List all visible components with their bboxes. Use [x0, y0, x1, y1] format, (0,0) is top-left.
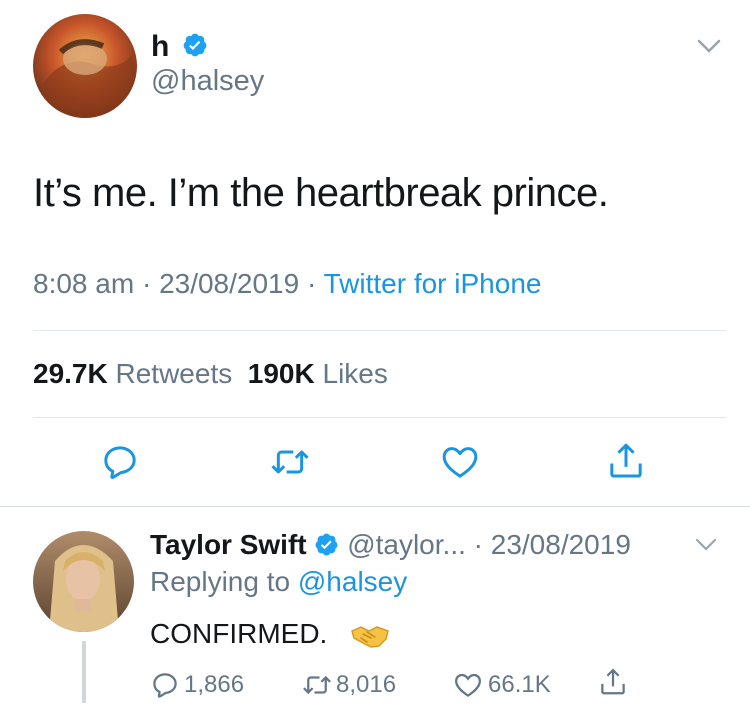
- reply-handle[interactable]: @taylor...: [347, 529, 466, 560]
- tweet-stats: 29.7K Retweets 190K Likes: [33, 356, 388, 392]
- share-icon: [610, 443, 642, 478]
- like-icon: [454, 673, 482, 697]
- tweet-meta: 8:08 am · 23/08/2019 · Twitter for iPhon…: [33, 266, 541, 302]
- chevron-down-icon[interactable]: [692, 533, 720, 555]
- divider: [0, 506, 750, 507]
- reply-text: CONFIRMED.: [150, 618, 328, 649]
- reply-count: 1,866: [184, 671, 245, 698]
- like-icon: [442, 447, 478, 478]
- likes-stat[interactable]: 190K Likes: [248, 358, 388, 389]
- like-count: 66.1K: [488, 671, 551, 698]
- retweet-button[interactable]: [264, 438, 316, 486]
- reply-reply-button[interactable]: 1,866: [150, 668, 244, 702]
- meta-separator: ·: [141, 268, 152, 299]
- meta-separator: ·: [306, 268, 317, 299]
- tweet-date[interactable]: 23/08/2019: [159, 268, 299, 299]
- reply-display-name[interactable]: Taylor Swift: [150, 529, 307, 560]
- retweets-stat[interactable]: 29.7K Retweets: [33, 358, 232, 389]
- retweet-count: 8,016: [336, 671, 397, 698]
- share-icon: [601, 668, 625, 695]
- replying-handle[interactable]: @halsey: [298, 566, 407, 597]
- tweet-text: It’s me. I’m the heartbreak prince.: [33, 171, 609, 215]
- reply-share-button[interactable]: [598, 666, 628, 708]
- reply-icon: [104, 446, 136, 479]
- reply-retweet-button[interactable]: 8,016: [300, 668, 396, 702]
- avatar[interactable]: [33, 531, 134, 632]
- thread-line: [82, 641, 86, 703]
- tweet-time[interactable]: 8:08 am: [33, 268, 134, 299]
- handle[interactable]: @halsey: [151, 64, 264, 98]
- verified-badge-icon: [183, 33, 207, 57]
- reply-date[interactable]: · 23/08/2019: [474, 529, 631, 560]
- share-button[interactable]: [602, 436, 650, 486]
- verified-badge-icon: [315, 533, 338, 556]
- display-name[interactable]: h: [151, 30, 169, 63]
- reply-button[interactable]: [96, 438, 144, 486]
- reply-like-button[interactable]: 66.1K: [452, 668, 551, 702]
- handshake-emoji: [351, 625, 389, 648]
- retweet-icon: [271, 450, 309, 474]
- replying-to: Replying to @halsey: [150, 566, 408, 597]
- chevron-down-icon[interactable]: [694, 34, 724, 58]
- like-button[interactable]: [434, 438, 486, 486]
- avatar[interactable]: [33, 14, 137, 118]
- tweet-source[interactable]: Twitter for iPhone: [324, 268, 542, 299]
- divider: [33, 417, 726, 418]
- divider: [33, 330, 726, 331]
- reply-text-row: CONFIRMED.: [150, 617, 391, 651]
- retweet-icon: [303, 675, 331, 695]
- reply-icon: [153, 673, 177, 698]
